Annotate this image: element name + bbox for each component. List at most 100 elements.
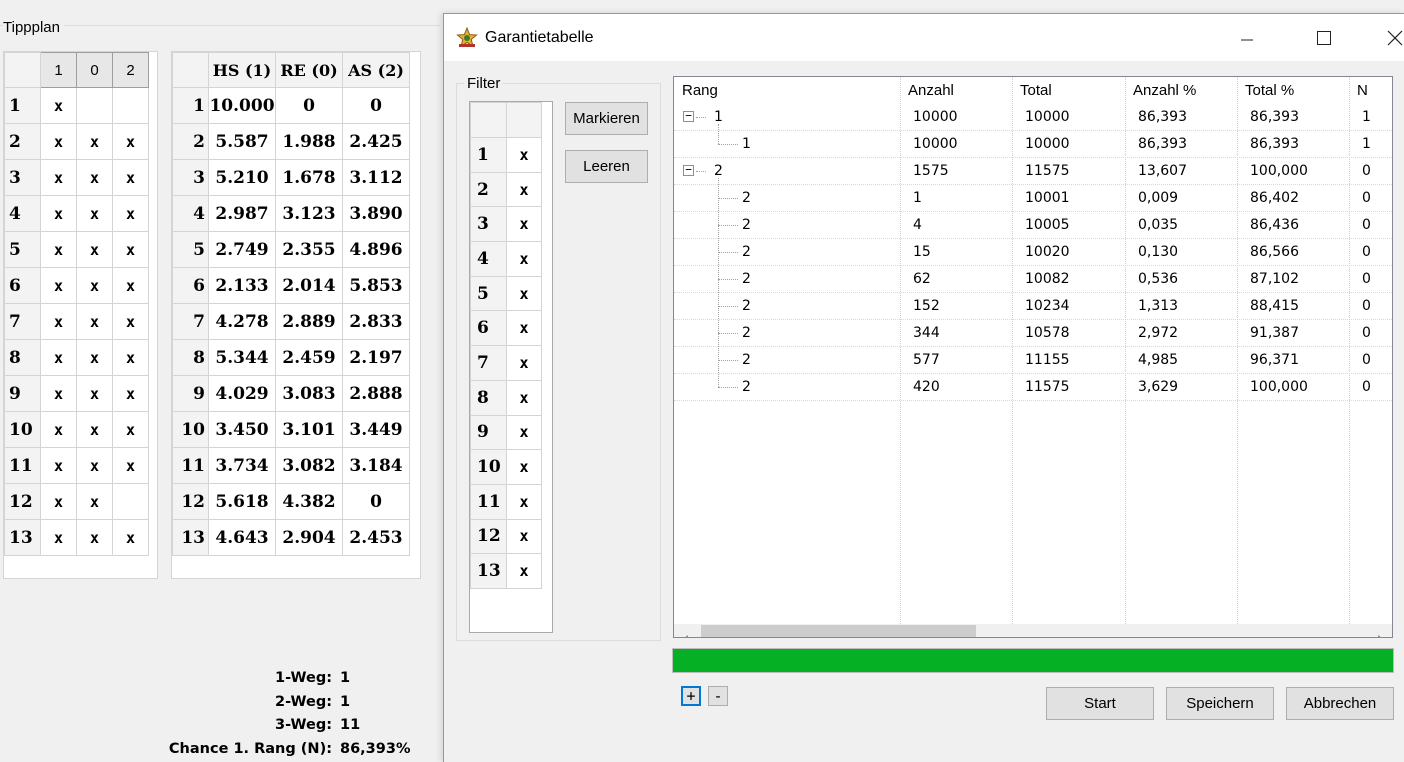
filter-cell[interactable]: x [506,518,542,555]
column-header-rang[interactable]: Rang [674,77,718,104]
tipp-cell[interactable]: x [40,159,77,196]
table-row[interactable]: 2 577 11155 4,985 96,371 0 [674,347,1392,374]
close-button[interactable] [1372,14,1404,61]
tipp-cell[interactable]: x [40,195,77,232]
column-header-anzahl-pct[interactable]: Anzahl % [1125,77,1196,104]
filter-row: 7x [470,345,542,381]
tipp-cell[interactable]: x [40,231,77,268]
tipp-column-header[interactable]: 0 [76,52,113,88]
tipp-cell[interactable]: x [76,159,113,196]
tipp-grid-row: 8xxx [4,339,149,376]
tipp-cell[interactable] [112,87,149,124]
total-cell: 10001 [1025,190,1070,206]
row-number: 5 [470,275,507,312]
leeren-button[interactable]: Leeren [565,150,648,183]
table-row[interactable]: 2 62 10082 0,536 87,102 0 [674,266,1392,293]
tipp-cell[interactable]: x [76,339,113,376]
column-header-total-pct[interactable]: Total % [1237,77,1294,104]
filter-cell[interactable]: x [506,310,542,347]
filter-cell[interactable]: x [506,553,542,589]
tipp-cell[interactable]: x [40,123,77,160]
total-pct-cell: 96,371 [1250,352,1299,368]
filter-cell[interactable]: x [506,137,542,173]
odds-grid-row: 4 2.987 3.123 3.890 [172,195,410,232]
column-header-n[interactable]: N [1349,77,1368,104]
tipp-cell[interactable]: x [76,123,113,160]
garantie-tree-table[interactable]: Rang Anzahl Total Anzahl % Total % N −1 10000 1… [673,76,1393,638]
tipp-cell[interactable]: x [76,375,113,412]
tipp-cell[interactable]: x [112,339,149,376]
tipp-cell[interactable]: x [112,231,149,268]
tipp-cell[interactable]: x [112,375,149,412]
tipp-cell[interactable]: x [76,483,113,520]
tipp-cell[interactable]: x [112,411,149,448]
filter-cell[interactable]: x [506,241,542,277]
tipp-cell[interactable]: x [40,411,77,448]
start-button[interactable]: Start [1046,687,1154,720]
tipp-cell[interactable]: x [112,519,149,556]
anzahl-cell: 577 [913,352,940,368]
column-header-total[interactable]: Total [1012,77,1052,104]
minimize-button[interactable] [1224,14,1270,61]
table-row[interactable]: 2 152 10234 1,313 88,415 0 [674,293,1392,320]
abbrechen-button[interactable]: Abbrechen [1286,687,1394,720]
table-row[interactable]: 2 420 11575 3,629 100,000 0 [674,374,1392,401]
tipp-cell[interactable]: x [76,303,113,340]
tipp-cell[interactable]: x [76,195,113,232]
scrollbar-thumb[interactable] [701,625,976,637]
filter-cell[interactable]: x [506,206,542,243]
tipp-cell[interactable]: x [40,339,77,376]
tipp-cell[interactable] [76,87,113,124]
scroll-right-arrow-icon[interactable]: › [1367,624,1392,638]
table-row[interactable]: 2 15 10020 0,130 86,566 0 [674,239,1392,266]
total-pct-cell: 87,102 [1250,271,1299,287]
tipp-cell[interactable]: x [76,519,113,556]
speichern-button[interactable]: Speichern [1166,687,1274,720]
tipp-cell[interactable]: x [40,483,77,520]
tipp-cell[interactable] [112,483,149,520]
tipp-cell[interactable]: x [76,411,113,448]
tree-collapse-icon[interactable]: − [683,110,694,122]
tipp-cell[interactable]: x [112,159,149,196]
filter-cell[interactable]: x [506,275,542,312]
tipp-cell[interactable]: x [112,447,149,484]
collapse-all-button[interactable]: - [708,686,728,706]
expand-all-button[interactable]: + [681,686,701,706]
tipp-cell[interactable]: x [76,231,113,268]
table-row[interactable]: 2 344 10578 2,972 91,387 0 [674,320,1392,347]
tipp-cell[interactable]: x [40,447,77,484]
tipp-cell[interactable]: x [76,447,113,484]
tipp-column-header[interactable]: 1 [40,52,77,88]
filter-cell[interactable]: x [506,414,542,451]
tipp-cell[interactable]: x [112,123,149,160]
filter-cell[interactable]: x [506,483,542,520]
table-row[interactable]: 2 4 10005 0,035 86,436 0 [674,212,1392,239]
tipp-cell[interactable]: x [112,303,149,340]
odds-cell: 2.133 [208,267,276,304]
filter-cell[interactable]: x [506,171,542,208]
filter-cell[interactable]: x [506,449,542,485]
table-row[interactable]: 1 10000 10000 86,393 86,393 1 [674,131,1392,158]
scroll-left-arrow-icon[interactable]: ‹ [674,624,699,638]
tipp-cell[interactable]: x [40,519,77,556]
tipp-cell[interactable]: x [40,303,77,340]
filter-cell[interactable]: x [506,345,542,381]
tipp-column-header[interactable]: 2 [112,52,149,88]
tipp-cell[interactable]: x [40,375,77,412]
maximize-button[interactable] [1301,14,1347,61]
table-row[interactable]: 2 1 10001 0,009 86,402 0 [674,185,1392,212]
dialog-titlebar[interactable]: Garantietabelle [444,14,1404,61]
markieren-button[interactable]: Markieren [565,102,648,135]
horizontal-scrollbar[interactable]: ‹ › [674,624,1392,638]
tree-collapse-icon[interactable]: − [683,164,694,176]
tipp-cell[interactable]: x [40,267,77,304]
table-row[interactable]: −2 1575 11575 13,607 100,000 0 [674,158,1392,185]
column-header-anzahl[interactable]: Anzahl [900,77,954,104]
filter-row: 9x [470,414,542,451]
tipp-cell[interactable]: x [40,87,77,124]
table-row[interactable]: −1 10000 10000 86,393 86,393 1 [674,104,1392,131]
tipp-cell[interactable]: x [112,267,149,304]
tipp-cell[interactable]: x [76,267,113,304]
filter-cell[interactable]: x [506,379,542,416]
tipp-cell[interactable]: x [112,195,149,232]
